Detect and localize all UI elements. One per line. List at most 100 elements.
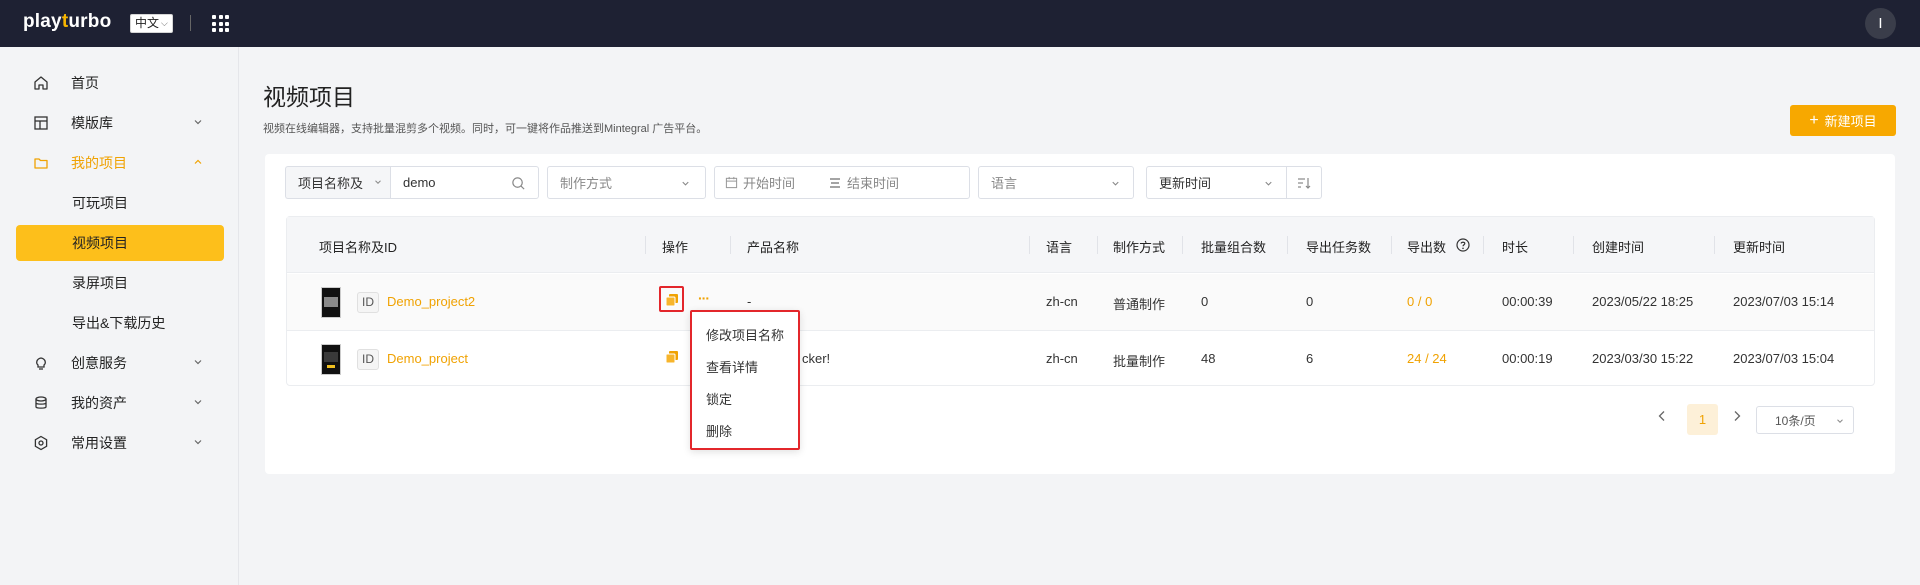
search-field-select[interactable]: 项目名称及 bbox=[285, 166, 391, 199]
search-input[interactable]: demo bbox=[390, 166, 539, 199]
product-name: - bbox=[747, 294, 752, 309]
table-row[interactable]: ID Demo_project2 ··· - zh-cn 普通制作 0 0 0 … bbox=[287, 274, 1874, 331]
table-row[interactable]: ID Demo_project cker! zh-cn 批量制作 48 6 24… bbox=[287, 331, 1874, 388]
project-name-link[interactable]: Demo_project bbox=[387, 351, 468, 366]
sidebar-item-templates[interactable]: 模版库 bbox=[16, 105, 224, 141]
chevron-down-icon bbox=[680, 178, 691, 189]
project-name-link[interactable]: Demo_project2 bbox=[387, 294, 475, 309]
column-header: 导出数 bbox=[1407, 240, 1447, 255]
sidebar-item-video-projects[interactable]: 视频项目 bbox=[16, 225, 224, 261]
chevron-up-icon bbox=[192, 156, 204, 168]
menu-item-rename[interactable]: 修改项目名称 bbox=[706, 325, 784, 344]
sidebar-item-my-assets[interactable]: 我的资产 bbox=[16, 385, 224, 421]
id-badge[interactable]: ID bbox=[357, 349, 379, 370]
column-header: 操作 bbox=[662, 240, 689, 255]
sort-direction-button[interactable] bbox=[1286, 166, 1322, 199]
range-separator-icon bbox=[829, 177, 841, 189]
method-value: 批量制作 bbox=[1113, 354, 1166, 369]
highlight-box bbox=[659, 286, 684, 312]
chevron-down-icon: ⌵ bbox=[161, 18, 168, 28]
updated-time: 2023/07/03 15:04 bbox=[1733, 351, 1835, 366]
column-header: 时长 bbox=[1502, 240, 1529, 255]
bulb-icon bbox=[33, 355, 49, 371]
task-count: 0 bbox=[1306, 294, 1314, 309]
plus-icon: + bbox=[1809, 111, 1819, 129]
chevron-down-icon bbox=[1263, 178, 1274, 189]
column-header: 更新时间 bbox=[1733, 240, 1786, 255]
column-header: 批量组合数 bbox=[1201, 240, 1267, 255]
database-icon bbox=[33, 395, 49, 411]
copy-icon[interactable] bbox=[665, 350, 679, 364]
column-header: 创建时间 bbox=[1592, 240, 1645, 255]
page-size-select[interactable]: 10条/页 bbox=[1756, 406, 1854, 434]
sidebar: 首页 模版库 我的项目 可玩项目 视频项目 录屏项目 导出&下载历史 创意服务 bbox=[0, 47, 239, 585]
sidebar-item-creative-services[interactable]: 创意服务 bbox=[16, 345, 224, 381]
sidebar-item-my-projects[interactable]: 我的项目 bbox=[16, 145, 224, 181]
language-value: zh-cn bbox=[1046, 294, 1078, 309]
projects-table: 项目名称及ID 操作 产品名称 语言 制作方式 批量组合数 导出任务数 导出数 … bbox=[286, 216, 1875, 386]
menu-item-details[interactable]: 查看详情 bbox=[706, 357, 758, 376]
language-value: zh-cn bbox=[1046, 351, 1078, 366]
column-header: 项目名称及ID bbox=[319, 240, 398, 255]
chevron-down-icon bbox=[192, 436, 204, 448]
column-header: 制作方式 bbox=[1113, 240, 1166, 255]
chevron-down-icon bbox=[1835, 416, 1845, 426]
search-icon[interactable] bbox=[511, 176, 526, 191]
chevron-down-icon bbox=[1110, 178, 1121, 189]
playturbo-logo[interactable]: playturbo bbox=[23, 11, 111, 33]
chevron-down-icon bbox=[192, 396, 204, 408]
sort-order-icon bbox=[1297, 176, 1311, 190]
more-actions-menu: 修改项目名称 查看详情 锁定 删除 bbox=[690, 310, 800, 450]
end-time-input[interactable]: 结束时间 bbox=[847, 173, 899, 192]
export-count[interactable]: 24 / 24 bbox=[1407, 351, 1447, 366]
sidebar-item-export-history[interactable]: 导出&下载历史 bbox=[16, 305, 224, 341]
prev-page-icon[interactable] bbox=[1657, 410, 1667, 422]
page-description: 视频在线编辑器，支持批量混剪多个视频。同时，可一键将作品推送到Mintegral… bbox=[263, 123, 708, 135]
video-thumbnail[interactable] bbox=[321, 287, 341, 318]
date-range-picker[interactable]: 开始时间 结束时间 bbox=[714, 166, 970, 199]
chevron-down-icon bbox=[192, 116, 204, 128]
settings-icon bbox=[33, 435, 49, 451]
sort-field-select[interactable]: 更新时间 bbox=[1146, 166, 1287, 199]
video-thumbnail[interactable] bbox=[321, 344, 341, 375]
task-count: 6 bbox=[1306, 351, 1314, 366]
duration-value: 00:00:19 bbox=[1502, 351, 1553, 366]
language-switcher[interactable]: 中文 ⌵ bbox=[130, 14, 173, 33]
top-bar: playturbo 中文 ⌵ I bbox=[0, 0, 1920, 47]
sidebar-item-settings[interactable]: 常用设置 bbox=[16, 425, 224, 461]
page-title: 视频项目 bbox=[263, 84, 355, 110]
start-time-input[interactable]: 开始时间 bbox=[743, 173, 795, 192]
chevron-down-icon bbox=[373, 177, 383, 187]
product-name: cker! bbox=[802, 351, 831, 366]
sidebar-item-playable-projects[interactable]: 可玩项目 bbox=[16, 185, 224, 221]
folder-icon bbox=[33, 155, 49, 171]
table-header: 项目名称及ID 操作 产品名称 语言 制作方式 批量组合数 导出任务数 导出数 … bbox=[287, 217, 1874, 273]
next-page-icon[interactable] bbox=[1732, 410, 1742, 422]
created-time: 2023/05/22 18:25 bbox=[1592, 294, 1694, 309]
home-icon bbox=[33, 75, 49, 91]
user-avatar[interactable]: I bbox=[1865, 8, 1896, 39]
menu-item-lock[interactable]: 锁定 bbox=[706, 389, 732, 408]
chevron-down-icon bbox=[192, 356, 204, 368]
sidebar-item-recording-projects[interactable]: 录屏项目 bbox=[16, 265, 224, 301]
column-header: 导出任务数 bbox=[1306, 240, 1372, 255]
page-number[interactable]: 1 bbox=[1687, 404, 1718, 435]
production-method-select[interactable]: 制作方式 bbox=[547, 166, 706, 199]
apps-grid-icon[interactable] bbox=[212, 15, 229, 32]
id-badge[interactable]: ID bbox=[357, 292, 379, 313]
language-label: 中文 bbox=[135, 16, 160, 30]
sidebar-item-home[interactable]: 首页 bbox=[16, 65, 224, 101]
new-project-button[interactable]: + 新建项目 bbox=[1790, 105, 1896, 136]
template-icon bbox=[33, 115, 49, 131]
created-time: 2023/03/30 15:22 bbox=[1592, 351, 1694, 366]
language-select[interactable]: 语言 bbox=[978, 166, 1134, 199]
export-count[interactable]: 0 / 0 bbox=[1407, 294, 1432, 309]
menu-item-delete[interactable]: 删除 bbox=[706, 421, 732, 440]
calendar-icon bbox=[725, 176, 738, 189]
method-value: 普通制作 bbox=[1113, 297, 1166, 312]
more-icon[interactable]: ··· bbox=[698, 290, 710, 306]
divider bbox=[190, 15, 191, 31]
column-header: 语言 bbox=[1046, 240, 1073, 255]
help-icon[interactable] bbox=[1456, 238, 1470, 252]
combo-count: 0 bbox=[1201, 294, 1209, 309]
